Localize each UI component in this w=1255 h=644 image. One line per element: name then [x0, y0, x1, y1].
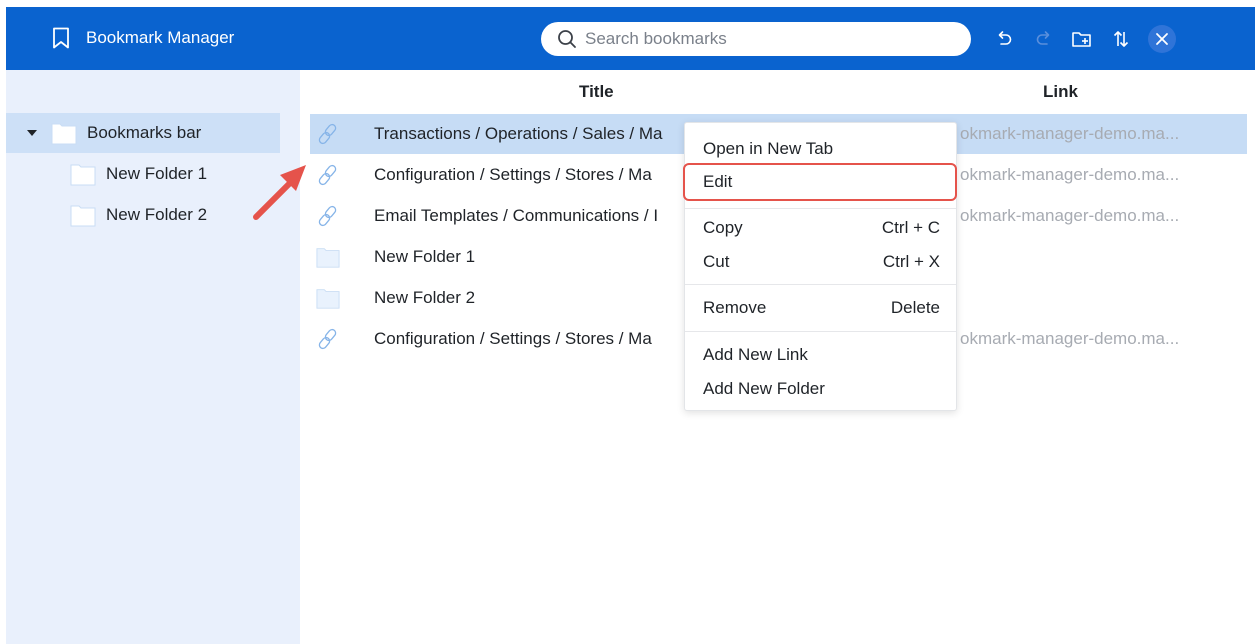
menu-item-shortcut: Ctrl + X: [882, 252, 940, 271]
header-bar: Bookmark Manager: [6, 7, 1255, 70]
bookmark-link: okmark-manager-demo.ma...: [960, 165, 1180, 184]
menu-item-shortcut: Ctrl + C: [881, 218, 940, 237]
new-folder-button[interactable]: [1070, 27, 1094, 51]
menu-item-remove[interactable]: Remove Delete: [685, 292, 956, 324]
search-box[interactable]: [541, 22, 971, 56]
tree-item-label: New Folder 2: [106, 205, 208, 224]
bookmark-link: okmark-manager-demo.ma...: [960, 124, 1180, 143]
close-icon: [1156, 33, 1168, 45]
menu-item-add-new-folder[interactable]: Add New Folder: [685, 373, 956, 405]
bookmark-manager-window: Bookmark Manager Search bookmarks Bookma…: [6, 7, 1255, 644]
tree-item-new-folder-2[interactable]: New Folder 2: [70, 195, 280, 235]
menu-divider: [685, 284, 956, 285]
column-header-title[interactable]: Title: [579, 82, 614, 102]
link-icon: [318, 328, 337, 350]
tree-item-label: New Folder 1: [106, 164, 208, 183]
sort-button[interactable]: [1109, 27, 1133, 51]
folder-icon: [316, 289, 340, 309]
context-menu: Open in New Tab Edit Copy Ctrl + C Cut C…: [683, 122, 957, 411]
column-header-link[interactable]: Link: [1043, 82, 1078, 102]
menu-item-open-new-tab[interactable]: Open in New Tab: [685, 133, 956, 165]
folder-tree-sidebar: Bookmarks bar New Folder 1 New Folder 2: [6, 70, 300, 644]
caret-down-icon[interactable]: [27, 130, 37, 136]
bookmark-link: okmark-manager-demo.ma...: [960, 329, 1180, 348]
menu-item-label: Add New Link: [703, 345, 808, 364]
app-title-area: Bookmark Manager: [52, 24, 234, 52]
menu-item-label: Open in New Tab: [703, 139, 834, 158]
tree-item-bookmarks-bar[interactable]: Bookmarks bar: [6, 113, 280, 153]
bookmark-title: Transactions / Operations / Sales / Ma: [374, 124, 663, 143]
annotation-arrow-icon: [253, 165, 306, 220]
menu-item-shortcut: Delete: [890, 298, 940, 317]
folder-icon: [70, 205, 96, 227]
tree-item-label: Bookmarks bar: [87, 123, 202, 142]
menu-item-add-new-link[interactable]: Add New Link: [685, 339, 956, 371]
bookmark-title: Email Templates / Communications / I: [374, 206, 659, 225]
folder-title: New Folder 1: [374, 247, 476, 266]
menu-divider: [685, 331, 956, 332]
menu-item-label: Copy: [703, 218, 743, 237]
search-input[interactable]: [585, 29, 945, 49]
undo-button[interactable]: [992, 27, 1016, 51]
folder-icon: [51, 123, 77, 145]
link-icon: [318, 164, 337, 186]
new-folder-icon: [1072, 32, 1091, 47]
bookmark-title: Configuration / Settings / Stores / Ma: [374, 165, 652, 184]
sort-icon: [1113, 31, 1129, 47]
bookmark-title: Configuration / Settings / Stores / Ma: [374, 329, 652, 348]
menu-divider: [685, 208, 956, 209]
menu-item-label: Remove: [703, 298, 767, 317]
folder-icon: [70, 164, 96, 186]
folder-icon: [316, 248, 340, 268]
close-button[interactable]: [1148, 25, 1176, 53]
menu-item-label: Add New Folder: [703, 379, 825, 398]
search-icon: [558, 30, 576, 48]
menu-item-label: Cut: [703, 252, 730, 271]
menu-item-copy[interactable]: Copy Ctrl + C: [685, 212, 956, 244]
link-icon: [318, 205, 337, 227]
menu-item-cut[interactable]: Cut Ctrl + X: [685, 246, 956, 278]
folder-title: New Folder 2: [374, 288, 476, 307]
app-title: Bookmark Manager: [86, 28, 235, 47]
link-icon: [318, 123, 337, 145]
bookmark-link: okmark-manager-demo.ma...: [960, 206, 1180, 225]
bookmark-icon: [53, 27, 69, 49]
redo-icon: [1036, 31, 1050, 45]
edit-highlight-box: [683, 163, 957, 201]
undo-icon: [998, 31, 1012, 45]
redo-button[interactable]: [1032, 27, 1056, 51]
tree-item-new-folder-1[interactable]: New Folder 1: [70, 154, 280, 194]
